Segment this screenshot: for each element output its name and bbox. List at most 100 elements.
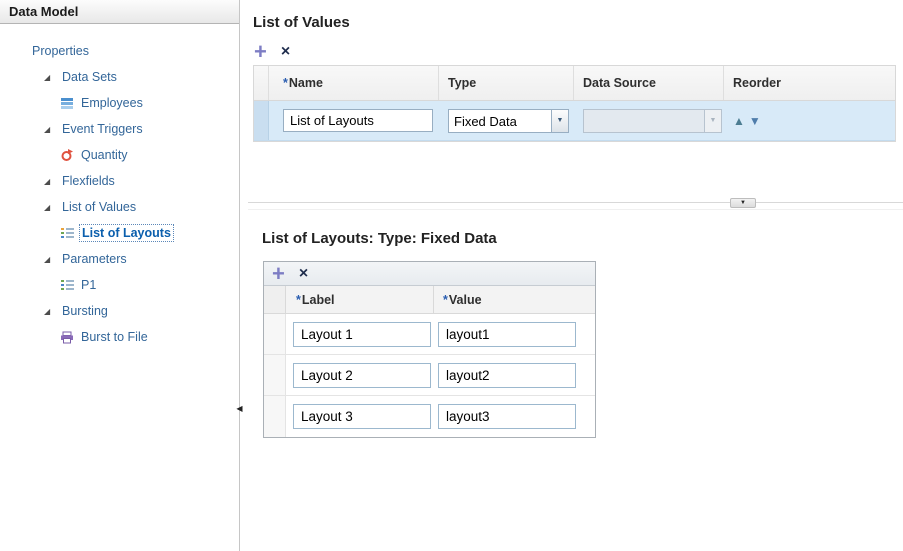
detail-table-row[interactable] (264, 355, 595, 396)
required-marker: * (296, 293, 301, 307)
sidebar: Data Model Properties ◢ Data Sets Employ… (0, 0, 240, 551)
delete-lov-icon[interactable]: × (281, 43, 290, 61)
add-lov-icon[interactable]: + (254, 43, 267, 61)
row-selector-cell[interactable] (264, 396, 286, 437)
tree-item-burst-to-file[interactable]: Burst to File (0, 324, 239, 350)
quantity-trigger-icon (60, 148, 76, 162)
row-selector-header (264, 286, 286, 313)
tree-item-employees[interactable]: Employees (0, 90, 239, 116)
sidebar-collapse-icon[interactable]: ◀ (234, 401, 245, 416)
chevron-down-icon: ▼ (710, 117, 717, 124)
row-selector-cell[interactable] (264, 355, 286, 395)
expander-icon[interactable]: ◢ (44, 125, 60, 134)
tree-item-properties[interactable]: Properties (0, 38, 239, 64)
tree-item-label: Quantity (79, 147, 130, 163)
dropdown-button[interactable]: ▼ (551, 109, 569, 133)
lov-data-source-cell: ▼ (574, 101, 724, 140)
tree-item-label: Bursting (60, 303, 110, 319)
expander-icon[interactable]: ◢ (44, 177, 60, 186)
fixed-data-table: + × * Label * Value (263, 261, 596, 438)
tree-item-label: Employees (79, 95, 145, 111)
tree-item-label-selected: List of Layouts (79, 224, 174, 242)
row-selector-cell[interactable] (264, 314, 286, 354)
column-header-name: * Name (269, 66, 439, 100)
column-header-label: Type (448, 76, 476, 90)
layout-value-input[interactable] (438, 322, 576, 347)
tree-item-label: Flexfields (60, 173, 117, 189)
tree-item-quantity[interactable]: Quantity (0, 142, 239, 168)
lov-type-dropdown[interactable]: Fixed Data ▼ (448, 109, 569, 133)
detail-toolbar: + × (264, 262, 595, 286)
lov-reorder-cell: ▲ ▼ (724, 101, 895, 140)
sidebar-title: Data Model (0, 0, 239, 24)
lov-name-input[interactable] (283, 109, 433, 132)
lov-section-title: List of Values (253, 14, 903, 32)
tree-item-p1[interactable]: P1 (0, 272, 239, 298)
data-model-editor: Data Model Properties ◢ Data Sets Employ… (0, 0, 903, 551)
tree-item-label: List of Values (60, 199, 138, 215)
column-header-label: Name (289, 76, 323, 90)
tree-item-label: P1 (79, 277, 98, 293)
lov-data-source-dropdown-disabled: ▼ (583, 109, 722, 133)
column-header-type: Type (439, 66, 574, 100)
tree-item-parameters[interactable]: ◢ Parameters (0, 246, 239, 272)
layout-label-input[interactable] (293, 322, 431, 347)
row-selector-header (254, 66, 269, 100)
column-header-reorder: Reorder (724, 66, 895, 100)
required-marker: * (443, 293, 448, 307)
lov-type-selected-value: Fixed Data (448, 109, 551, 133)
column-header-data-source: Data Source (574, 66, 724, 100)
column-header-label-col: * Label (286, 286, 434, 313)
dropdown-button-disabled: ▼ (704, 109, 722, 133)
detail-section-title: List of Layouts: Type: Fixed Data (262, 230, 903, 248)
lov-name-cell (269, 101, 439, 140)
tree-item-label: Event Triggers (60, 121, 145, 137)
horizontal-splitter[interactable]: ▼ (248, 202, 903, 210)
expander-icon[interactable]: ◢ (44, 307, 60, 316)
layout-value-input[interactable] (438, 363, 576, 388)
tree-item-list-of-layouts[interactable]: List of Layouts (0, 220, 239, 246)
reorder-down-icon[interactable]: ▼ (749, 114, 761, 128)
lov-toolbar: + × (254, 42, 903, 62)
column-header-label: Data Source (583, 76, 656, 90)
required-marker: * (283, 76, 288, 90)
delete-row-icon[interactable]: × (299, 265, 308, 283)
row-selector-cell[interactable] (254, 101, 269, 140)
tree-item-label: Data Sets (60, 69, 119, 85)
detail-table-row[interactable] (264, 314, 595, 355)
column-header-label: Label (302, 293, 335, 307)
column-header-label: Reorder (733, 76, 781, 90)
data-model-tree: Properties ◢ Data Sets Employees ◢ Event… (0, 24, 239, 350)
reorder-up-icon[interactable]: ▲ (733, 114, 745, 128)
layout-label-input[interactable] (293, 404, 431, 429)
column-header-label: Value (449, 293, 482, 307)
layout-label-input[interactable] (293, 363, 431, 388)
lov-data-source-selected-value (583, 109, 704, 133)
detail-table-header: * Label * Value (264, 286, 595, 314)
tree-item-label: Properties (30, 43, 91, 59)
list-of-values-icon (60, 226, 76, 240)
tree-item-label: Parameters (60, 251, 129, 267)
column-header-value-col: * Value (434, 286, 595, 313)
tree-item-label: Burst to File (79, 329, 150, 345)
tree-item-data-sets[interactable]: ◢ Data Sets (0, 64, 239, 90)
expander-icon[interactable]: ◢ (44, 203, 60, 212)
parameter-icon (60, 278, 76, 292)
tree-item-event-triggers[interactable]: ◢ Event Triggers (0, 116, 239, 142)
expander-icon[interactable]: ◢ (44, 73, 60, 82)
lov-table: * Name Type Data Source Reorder (253, 65, 896, 142)
chevron-down-icon: ▼ (557, 117, 564, 124)
tree-item-flexfields[interactable]: ◢ Flexfields (0, 168, 239, 194)
lov-table-header: * Name Type Data Source Reorder (254, 66, 895, 101)
tree-item-bursting[interactable]: ◢ Bursting (0, 298, 239, 324)
detail-table-row[interactable] (264, 396, 595, 437)
layout-value-input[interactable] (438, 404, 576, 429)
lov-table-row-selected[interactable]: Fixed Data ▼ ▼ ▲ ▼ (254, 101, 895, 141)
employees-dataset-icon (60, 96, 76, 110)
splitter-handle-icon[interactable]: ▼ (730, 198, 756, 208)
tree-item-list-of-values[interactable]: ◢ List of Values (0, 194, 239, 220)
expander-icon[interactable]: ◢ (44, 255, 60, 264)
add-row-icon[interactable]: + (272, 265, 285, 283)
lov-type-cell: Fixed Data ▼ (439, 101, 574, 140)
main-panel: List of Values + × * Name Type Data Sour… (248, 0, 903, 551)
